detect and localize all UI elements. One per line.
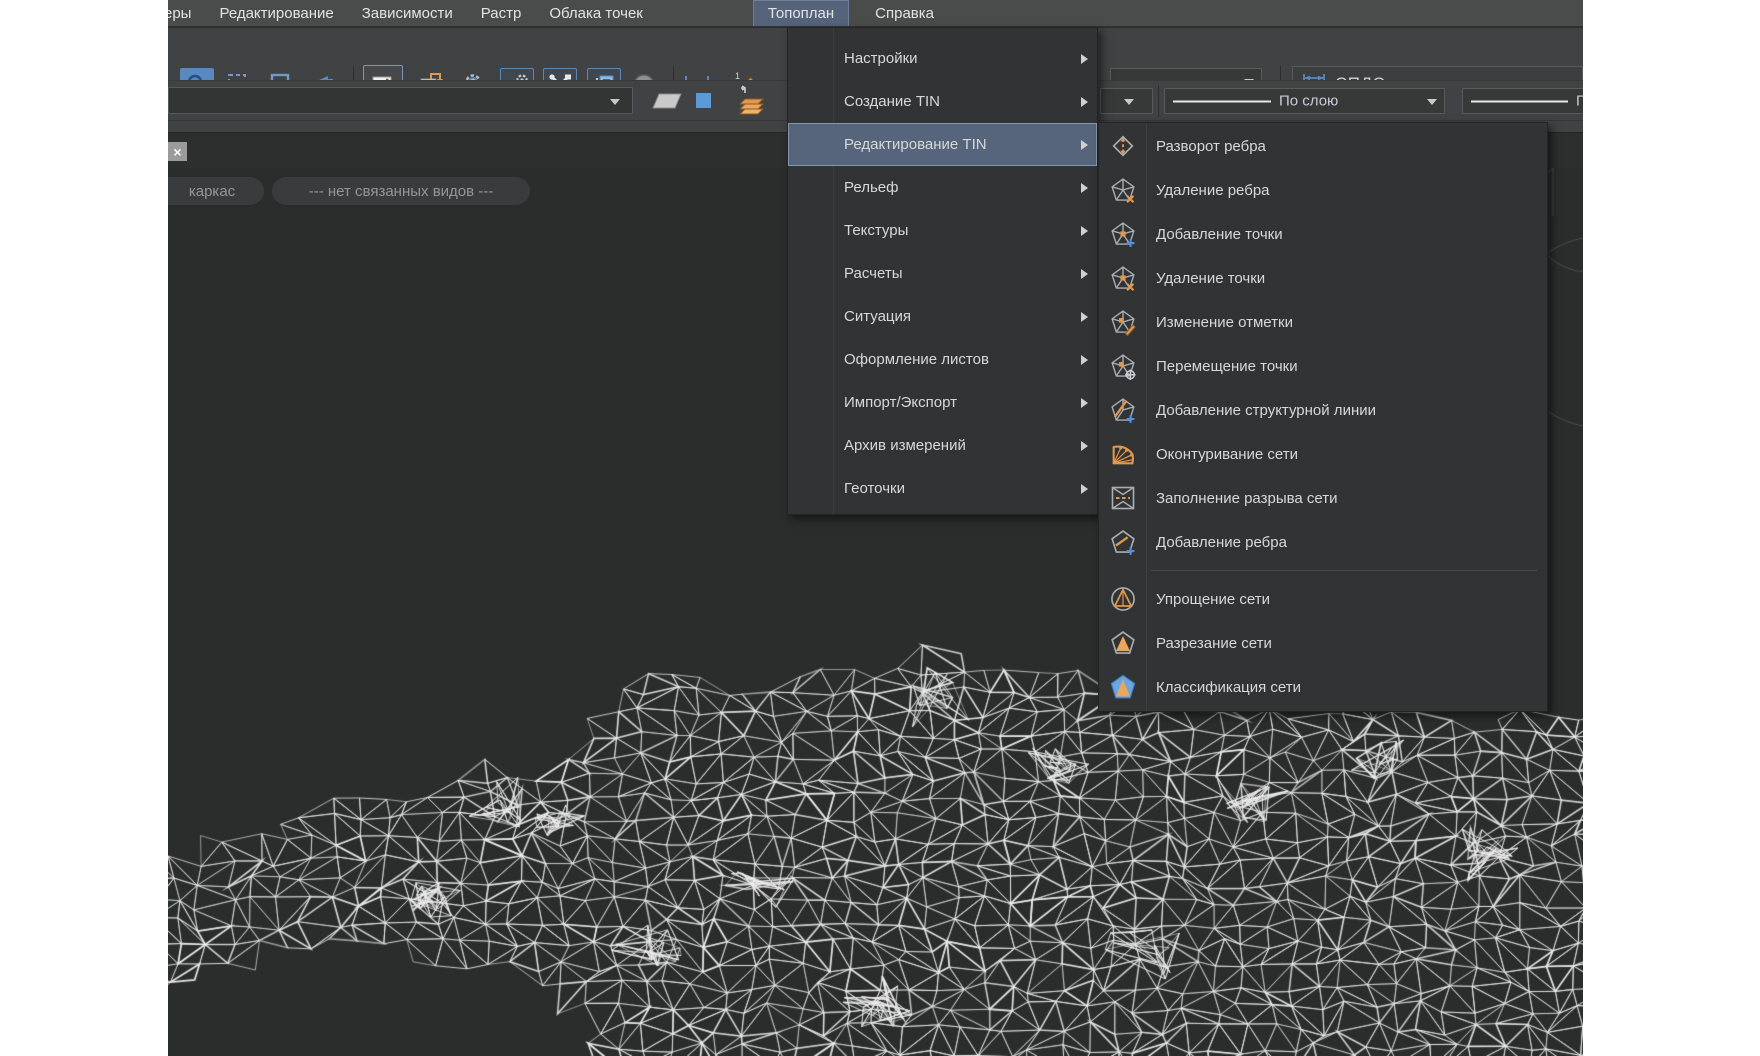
- submenu-item-add-edge[interactable]: Добавление ребра: [1099, 520, 1547, 564]
- submenu-arrow-icon: [1081, 484, 1088, 494]
- submenu-item-contour-mesh[interactable]: Оконтуривание сети: [1099, 432, 1547, 476]
- cut-mesh-icon: [1109, 629, 1137, 657]
- close-tab-button[interactable]: ×: [168, 142, 187, 161]
- submenu-item-add-point[interactable]: Добавление точки: [1099, 212, 1547, 256]
- mini-combo[interactable]: [1100, 88, 1153, 114]
- submenu-arrow-icon: [1081, 183, 1088, 193]
- submenu-item-move-point[interactable]: Перемещение точки: [1099, 344, 1547, 388]
- menu-item-create-tin[interactable]: Создание TIN: [788, 80, 1097, 123]
- menu-item-situation[interactable]: Ситуация: [788, 295, 1097, 338]
- chevron-down-icon: [610, 99, 620, 105]
- menu-item-settings[interactable]: Настройки: [788, 37, 1097, 80]
- color-swatch[interactable]: [696, 93, 711, 108]
- contour-mesh-icon: [1109, 440, 1137, 468]
- submenu-arrow-icon: [1081, 269, 1088, 279]
- menu-item-import-export[interactable]: Импорт/Экспорт: [788, 381, 1097, 424]
- menu-bar: еры Редактирование Зависимости Растр Обл…: [168, 0, 1583, 27]
- toolbar-separator: [1158, 85, 1159, 117]
- linetype-combo-value: По слою: [1576, 93, 1583, 110]
- line-sample: [1471, 100, 1568, 102]
- submenu-item-add-breakline[interactable]: Добавление структурной линии: [1099, 388, 1547, 432]
- fill-mesh-gap-icon: [1109, 484, 1137, 512]
- submenu-item-flip-edge[interactable]: Разворот ребра: [1099, 124, 1547, 168]
- line-sample: [1173, 100, 1271, 102]
- wireframe-badge[interactable]: каркас: [168, 177, 264, 205]
- menu-item-survey-archive[interactable]: Архив измерений: [788, 424, 1097, 467]
- submenu-arrow-icon: [1081, 226, 1088, 236]
- app-window: еры Редактирование Зависимости Растр Обл…: [168, 0, 1583, 1056]
- submenu-arrow-icon: [1081, 312, 1088, 322]
- submenu-item-simplify-mesh[interactable]: Упрощение сети: [1099, 577, 1547, 621]
- menubar-item-raster[interactable]: Растр: [467, 0, 536, 26]
- submenu-item-cut-mesh[interactable]: Разрезание сети: [1099, 621, 1547, 665]
- submenu-arrow-icon: [1081, 355, 1088, 365]
- linetype-combo[interactable]: По слою: [1462, 88, 1583, 114]
- submenu-arrow-icon: [1081, 54, 1088, 64]
- simplify-mesh-icon: [1109, 585, 1137, 613]
- parallelogram-icon: [650, 91, 684, 111]
- menu-item-relief[interactable]: Рельеф: [788, 166, 1097, 209]
- menu-item-geopoints[interactable]: Геоточки: [788, 467, 1097, 510]
- tin-combo[interactable]: [168, 87, 633, 114]
- add-breakline-icon: [1109, 396, 1137, 424]
- submenu-item-delete-point[interactable]: Удаление точки: [1099, 256, 1547, 300]
- submenu-item-change-elevation[interactable]: Изменение отметки: [1099, 300, 1547, 344]
- layer-combo-value: По слою: [1279, 93, 1338, 110]
- delete-edge-icon: [1109, 176, 1137, 204]
- menu-item-textures[interactable]: Текстуры: [788, 209, 1097, 252]
- menubar-item-topoplan[interactable]: Топоплан: [753, 0, 849, 26]
- submenu-item-fill-mesh-gap[interactable]: Заполнение разрыва сети: [1099, 476, 1547, 520]
- menu-item-sheet-layout[interactable]: Оформление листов: [788, 338, 1097, 381]
- menu-item-edit-tin[interactable]: Редактирование TIN: [788, 123, 1097, 166]
- submenu-arrow-icon: [1081, 398, 1088, 408]
- layers-icon: [731, 85, 771, 117]
- chevron-down-icon: [1427, 99, 1437, 105]
- layers-button[interactable]: [731, 85, 771, 117]
- layer-color-combo[interactable]: По слою: [1164, 88, 1445, 114]
- plane-button[interactable]: [650, 91, 684, 111]
- change-elevation-icon: [1109, 308, 1137, 336]
- submenu-item-classify-mesh[interactable]: Классификация сети: [1099, 665, 1547, 709]
- submenu-arrow-icon: [1081, 441, 1088, 451]
- submenu-arrow-icon: [1081, 140, 1088, 150]
- menubar-item-dependencies[interactable]: Зависимости: [348, 0, 467, 26]
- classify-mesh-icon: [1109, 673, 1137, 701]
- menubar-item-pointclouds[interactable]: Облака точек: [535, 0, 657, 26]
- menubar-item-edit[interactable]: Редактирование: [205, 0, 347, 26]
- delete-point-icon: [1109, 264, 1137, 292]
- submenu-arrow-icon: [1081, 97, 1088, 107]
- menubar-item-partial[interactable]: еры: [168, 0, 205, 26]
- add-edge-icon: [1109, 528, 1137, 556]
- chevron-down-icon: [1124, 99, 1134, 105]
- submenu-separator: [1151, 570, 1537, 571]
- menubar-item-help[interactable]: Справка: [861, 0, 948, 26]
- flip-edge-icon: [1109, 132, 1137, 160]
- topoplan-menu: Настройки Создание TIN Редактирование TI…: [787, 27, 1098, 515]
- tin-edit-submenu: Разворот ребра Удаление ребра Добавление…: [1098, 122, 1548, 712]
- add-point-icon: [1109, 220, 1137, 248]
- submenu-item-delete-edge[interactable]: Удаление ребра: [1099, 168, 1547, 212]
- move-point-icon: [1109, 352, 1137, 380]
- menu-item-calculations[interactable]: Расчеты: [788, 252, 1097, 295]
- linked-views-badge[interactable]: --- нет связанных видов ---: [272, 177, 530, 205]
